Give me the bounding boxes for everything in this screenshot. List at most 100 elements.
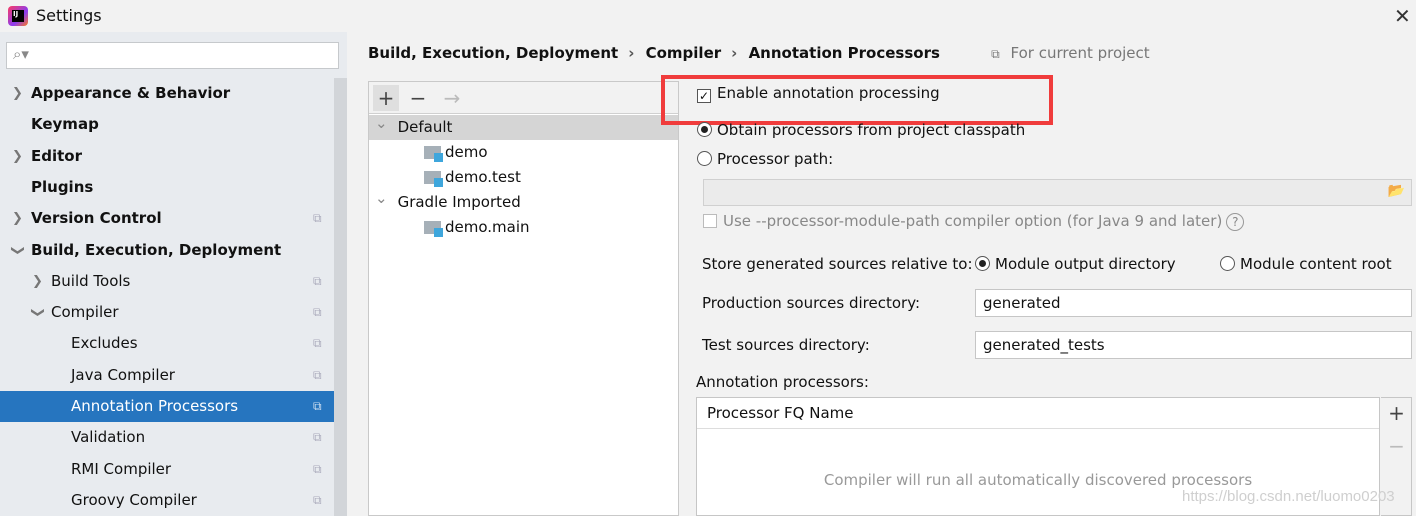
chevron-down-icon[interactable]: ⌄ [375,189,388,207]
test-dir-label: Test sources directory: [702,336,870,354]
module-content-label: Module content root [1240,255,1392,273]
add-profile-button[interactable]: + [373,85,399,111]
project-scope-icon: ⧉ [313,336,322,351]
chevron-right-icon[interactable]: ❯ [12,78,23,109]
profile-label: demo.test [445,168,521,186]
project-scope-icon: ⧉ [313,273,322,288]
profiles-toolbar: + − → [369,82,678,114]
test-dir-input[interactable]: generated_tests [975,331,1412,359]
production-dir-label: Production sources directory: [702,294,921,312]
sidebar-item[interactable]: RMI Compiler ⧉ [0,454,334,485]
remove-profile-button[interactable]: − [405,85,431,111]
profile-label: demo.main [445,218,530,236]
sidebar-item[interactable]: Keymap [0,109,334,140]
module-folder-icon [424,171,443,187]
chevron-down-icon[interactable]: ❯ [2,245,33,256]
obtain-label: Obtain processors from project classpath [717,121,1026,139]
breadcrumb-item[interactable]: Compiler [646,44,722,62]
module-content-radio[interactable]: Module content root [1220,255,1392,273]
profiles-tree: + − → ⌄ Default demo demo.test ⌄ Gradle Impor… [368,81,679,516]
sidebar-item[interactable]: Groovy Compiler ⧉ [0,485,334,516]
project-scope-icon: ⧉ [313,211,322,226]
folder-icon[interactable]: 📂 [1388,183,1405,199]
search-icon: ⌕▾ [13,45,29,63]
processor-path-radio[interactable]: Processor path: [697,150,833,168]
sidebar-item[interactable]: ❯ Appearance & Behavior [0,78,334,109]
sidebar-item-label: RMI Compiler [71,459,172,478]
profile-label: Gradle Imported [397,193,521,211]
sidebar-item[interactable]: Plugins [0,172,334,203]
help-icon[interactable]: ? [1226,213,1245,231]
obtain-from-classpath-radio[interactable]: Obtain processors from project classpath [697,121,1025,139]
empty-text: Compiler will run all automatically disc… [823,471,1253,489]
sidebar-item-label: Groovy Compiler [71,490,197,509]
highlight-box [661,75,1053,125]
breadcrumb: Build, Execution, Deployment › Compiler › … [368,44,1150,62]
module-path-checkbox[interactable]: Use --processor-module-path compiler opt… [703,212,1245,231]
module-folder-icon [424,221,443,237]
project-scope-icon: ⧉ [313,367,322,382]
module-output-radio[interactable]: Module output directory [975,255,1176,273]
project-scope-icon: ⧉ [313,305,322,320]
profile-label: demo [445,143,488,161]
module-output-label: Module output directory [995,255,1176,273]
module-path-label: Use --processor-module-path compiler opt… [723,212,1223,230]
sidebar-item-label: Plugins [31,177,94,196]
sidebar-scrollbar[interactable] [334,78,347,516]
profile-tree-row[interactable]: demo.test [369,165,678,190]
remove-processor-button[interactable]: − [1381,434,1412,458]
move-module-button[interactable]: → [439,85,465,111]
sidebar-item-label: Appearance & Behavior [31,84,231,102]
production-dir-input[interactable]: generated [975,289,1412,317]
sidebar-item-label: Java Compiler [71,365,175,384]
sidebar-item-label: Annotation Processors [71,397,239,415]
sidebar-item[interactable]: Excludes ⧉ [0,328,334,359]
project-scope-icon: ⧉ [313,399,322,413]
profile-tree-row[interactable]: ⌄ Gradle Imported [369,189,678,215]
chevron-right-icon[interactable]: ❯ [12,141,23,172]
column-header[interactable]: Processor FQ Name [697,398,1379,429]
add-processor-button[interactable]: + [1381,401,1412,425]
sidebar-item[interactable]: ❯ Compiler ⧉ [0,297,334,328]
sidebar-item[interactable]: Annotation Processors ⧉ [0,391,347,422]
sidebar-item[interactable]: Java Compiler ⧉ [0,360,334,391]
project-scope-icon: ⧉ [313,461,322,476]
chevron-down-icon[interactable]: ❯ [22,307,53,318]
sidebar-item-label: Build Tools [51,271,131,290]
title-bar: IJ Settings ✕ [0,0,1416,32]
chevron-right-icon[interactable]: ❯ [32,266,43,297]
sidebar-item-label: Excludes [71,334,138,353]
store-generated-label: Store generated sources relative to: [702,255,973,273]
processor-path-label: Processor path: [717,150,834,168]
sidebar-item-label: Keymap [31,115,99,134]
close-icon[interactable]: ✕ [1394,4,1411,28]
chevron-down-icon[interactable]: ⌄ [375,114,388,132]
sidebar-item-label: Editor [31,146,82,165]
search-input[interactable]: ⌕▾ [6,42,339,69]
sidebar-item-label: Build, Execution, Deployment [31,240,282,259]
sidebar-item[interactable]: ❯ Build, Execution, Deployment [0,235,334,266]
sidebar-item[interactable]: ❯ Build Tools ⧉ [0,266,334,297]
sidebar-item-label: Compiler [51,303,119,322]
breadcrumb-item: Annotation Processors [748,44,940,62]
module-folder-icon [424,146,443,162]
sidebar-item[interactable]: Validation ⧉ [0,422,334,453]
copy-icon: ⧉ [991,47,1000,61]
chevron-right-icon[interactable]: ❯ [12,203,23,234]
sidebar-item-label: Validation [71,428,146,447]
profile-tree-row[interactable]: demo [369,140,678,165]
intellij-logo-icon: IJ [8,6,28,26]
profile-label: Default [397,118,453,136]
sidebar-item-label: Version Control [31,209,162,228]
breadcrumb-item[interactable]: Build, Execution, Deployment [368,44,618,62]
watermark: https://blog.csdn.net/luomo0203 [1182,488,1395,505]
profile-tree-row[interactable]: demo.main [369,215,678,240]
project-scope-icon: ⧉ [313,492,322,507]
scope-label: For current project [1010,44,1150,62]
annotation-processors-label: Annotation processors: [696,373,869,391]
sidebar-item[interactable]: ❯ Editor [0,141,334,172]
processor-path-input[interactable]: 📂 [703,179,1412,206]
profile-tree-row[interactable]: ⌄ Default [369,114,678,140]
sidebar-item[interactable]: ❯ Version Control ⧉ [0,203,334,234]
project-scope-icon: ⧉ [313,430,322,445]
